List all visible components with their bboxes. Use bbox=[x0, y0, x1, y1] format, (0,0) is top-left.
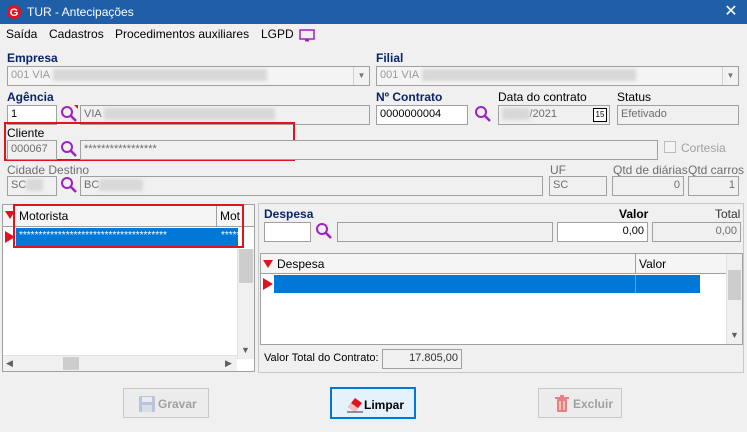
title-bar: G TUR - Antecipações ✕ bbox=[0, 0, 747, 24]
uf-label: UF bbox=[550, 163, 566, 177]
chevron-down-icon[interactable]: ▼ bbox=[722, 67, 738, 85]
cliente-label: Cliente bbox=[7, 126, 45, 140]
gravar-button[interactable]: Gravar bbox=[123, 388, 209, 418]
table-row[interactable] bbox=[274, 275, 700, 293]
horizontal-scrollbar[interactable]: ◀ ▶ bbox=[3, 355, 237, 371]
scroll-down-icon[interactable]: ▼ bbox=[241, 345, 250, 355]
row-pointer-icon bbox=[263, 278, 273, 290]
cortesia-label: Cortesia bbox=[681, 141, 726, 155]
vertical-scrollbar[interactable]: ▼ bbox=[237, 249, 254, 359]
scroll-thumb[interactable] bbox=[728, 270, 741, 300]
col-valor[interactable]: Valor bbox=[639, 257, 666, 271]
data-contrato-label: Data do contrato bbox=[498, 90, 587, 104]
cidade-name-field: BCxxxxxxxx bbox=[80, 176, 543, 196]
cidade-code-field[interactable]: SCxxx bbox=[7, 176, 57, 196]
search-icon[interactable] bbox=[60, 140, 78, 158]
filial-label: Filial bbox=[376, 51, 404, 65]
agencia-name-value: VIA bbox=[84, 108, 102, 120]
despesa-label: Despesa bbox=[264, 207, 314, 221]
eraser-icon bbox=[347, 398, 363, 413]
save-icon bbox=[139, 396, 155, 412]
cliente-name-field: ***************** bbox=[80, 140, 658, 160]
contrato-label: Nº Contrato bbox=[376, 90, 443, 104]
motorista-highlight-box bbox=[13, 204, 244, 248]
cidade-destino-label: Cidade Destino bbox=[7, 163, 90, 177]
limpar-button[interactable]: Limpar bbox=[330, 387, 416, 419]
calendar-icon[interactable]: 15 bbox=[593, 108, 607, 122]
menu-saida[interactable]: Saída bbox=[6, 27, 37, 41]
col-despesa[interactable]: Despesa bbox=[277, 257, 324, 271]
despesa-code-input[interactable] bbox=[264, 222, 311, 242]
app-logo-icon: G bbox=[7, 5, 21, 19]
menu-bar: Saída Cadastros Procedimentos auxiliares… bbox=[0, 24, 747, 46]
svg-text:G: G bbox=[10, 7, 19, 19]
vertical-scrollbar[interactable]: ▼ bbox=[726, 254, 742, 344]
empresa-label: Empresa bbox=[7, 51, 58, 65]
despesa-grid[interactable]: Despesa Valor ▼ bbox=[260, 253, 743, 345]
data-contrato-field[interactable]: xxxxx/2021 15 bbox=[498, 105, 610, 125]
carros-label: Qtd carros bbox=[688, 163, 745, 177]
search-icon[interactable] bbox=[60, 105, 78, 123]
status-field: Efetivado bbox=[617, 105, 739, 125]
close-icon[interactable]: ✕ bbox=[720, 2, 742, 22]
excluir-button[interactable]: Excluir bbox=[538, 388, 622, 418]
trash-icon bbox=[555, 395, 569, 412]
despesa-name-field bbox=[337, 222, 553, 242]
search-icon[interactable] bbox=[60, 176, 78, 194]
cidade-name-value: BC bbox=[84, 179, 100, 191]
search-icon[interactable] bbox=[315, 222, 333, 240]
scroll-thumb[interactable] bbox=[239, 249, 253, 283]
scroll-down-icon[interactable]: ▼ bbox=[730, 330, 739, 340]
empresa-select[interactable]: 001 VIA xxxxxxxxxxxxxxxxxxxxxxxxxxxxxxxx… bbox=[7, 66, 370, 86]
cortesia-checkbox[interactable] bbox=[664, 141, 676, 153]
valor-input[interactable]: 0,00 bbox=[557, 222, 648, 242]
monitor-icon[interactable] bbox=[299, 29, 315, 42]
gravar-label: Gravar bbox=[158, 397, 197, 411]
despesa-grid-header: Despesa Valor bbox=[261, 254, 726, 274]
filial-value: 001 VIA bbox=[380, 69, 419, 81]
menu-lgpd[interactable]: LGPD bbox=[261, 27, 294, 41]
search-icon[interactable] bbox=[474, 105, 492, 123]
cidade-code-value: SC bbox=[11, 179, 27, 191]
contrato-input[interactable]: 0000000004 bbox=[376, 105, 468, 125]
scroll-thumb[interactable] bbox=[63, 357, 79, 370]
filial-select[interactable]: 001 VIA xxxxxxxxxxxxxxxxxxxxxxxxxxxxxxxx… bbox=[376, 66, 739, 86]
carros-field: 1 bbox=[688, 176, 739, 196]
total-label: Total bbox=[715, 207, 741, 221]
limpar-label: Limpar bbox=[364, 398, 405, 412]
menu-procedimentos[interactable]: Procedimentos auxiliares bbox=[115, 27, 249, 41]
status-label: Status bbox=[617, 90, 652, 104]
excluir-label: Excluir bbox=[573, 397, 614, 411]
empresa-value: 001 VIA bbox=[11, 69, 50, 81]
uf-field: SC bbox=[549, 176, 607, 196]
window-title: TUR - Antecipações bbox=[27, 5, 134, 19]
data-contrato-value: /2021 bbox=[529, 108, 558, 120]
diarias-label: Qtd de diárias bbox=[613, 163, 688, 177]
valor-label: Valor bbox=[619, 207, 649, 221]
agencia-label: Agência bbox=[7, 90, 54, 104]
valor-total-field: 17.805,00 bbox=[382, 349, 462, 369]
sort-indicator-icon bbox=[263, 260, 273, 268]
menu-cadastros[interactable]: Cadastros bbox=[49, 27, 104, 41]
cliente-code-field[interactable]: 000067 bbox=[7, 140, 57, 160]
chevron-down-icon[interactable]: ▼ bbox=[353, 67, 369, 85]
total-field: 0,00 bbox=[652, 222, 741, 242]
valor-total-label: Valor Total do Contrato: bbox=[264, 352, 379, 364]
scroll-right-icon[interactable]: ▶ bbox=[225, 358, 232, 369]
diarias-field: 0 bbox=[612, 176, 684, 196]
scroll-left-icon[interactable]: ◀ bbox=[6, 358, 13, 369]
